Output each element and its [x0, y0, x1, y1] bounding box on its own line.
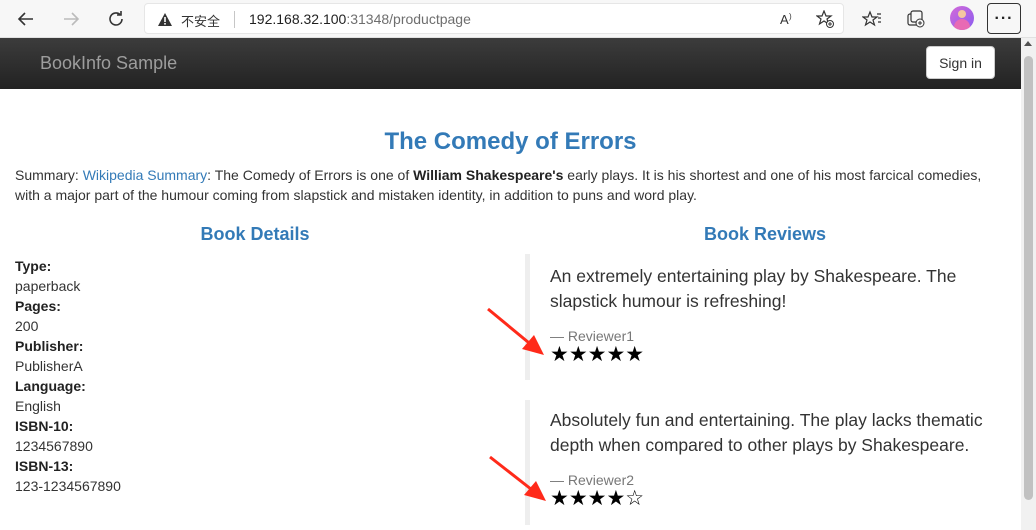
annotation-arrow-icon [489, 455, 546, 501]
isbn13-value: 123-1234567890 [15, 478, 121, 494]
pages-label: Pages: [15, 298, 61, 314]
book-details-heading: Book Details [200, 224, 310, 244]
back-button[interactable] [12, 5, 40, 33]
pages-value: 200 [15, 318, 39, 334]
more-options-button[interactable]: ··· [987, 3, 1021, 34]
warning-icon [157, 12, 173, 32]
svg-text:A: A [780, 12, 789, 27]
forward-arrow-icon [64, 12, 80, 26]
app-navbar: BookInfo Sample Sign in [0, 38, 1021, 89]
book-reviews-heading: Book Reviews [703, 224, 827, 244]
summary-author: William Shakespeare's [413, 167, 564, 183]
svg-text:): ) [789, 12, 792, 21]
avatar-body [954, 19, 970, 30]
summary-prefix: Summary: [15, 167, 83, 183]
reload-icon [109, 11, 123, 26]
security-label[interactable]: 不安全 [181, 11, 220, 30]
review-text: An extremely entertaining play by Shakes… [550, 266, 957, 311]
isbn13-label: ISBN-13: [15, 458, 74, 474]
url-path: :31348/productpage [346, 11, 471, 27]
book-details: Type: paperback Pages: 200 Publisher: Pu… [15, 256, 121, 496]
book-title: The Comedy of Errors [384, 128, 637, 155]
scroll-up-arrow-icon[interactable] [1024, 41, 1032, 46]
url-host: 192.168.32.100 [249, 11, 347, 27]
annotation-arrow-icon [487, 307, 544, 355]
language-value: English [15, 398, 61, 414]
review-text: Absolutely fun and entertaining. The pla… [550, 410, 983, 455]
reviewer-name: — Reviewer2 [550, 472, 635, 488]
rating-stars: ★★★★★ [550, 343, 645, 366]
review-item: Absolutely fun and entertaining. The pla… [525, 400, 1005, 525]
avatar-head [958, 10, 966, 18]
scroll-thumb[interactable] [1024, 56, 1033, 500]
back-arrow-icon [17, 12, 33, 26]
sign-in-button[interactable]: Sign in [926, 46, 995, 79]
wikipedia-summary-link[interactable]: Wikipedia Summary [83, 167, 207, 183]
profile-avatar[interactable] [950, 6, 974, 30]
forward-button[interactable] [57, 5, 85, 33]
type-value: paperback [15, 278, 81, 294]
browser-toolbar: 不安全 192.168.32.100:31348/productpage A) … [0, 0, 1036, 38]
isbn10-value: 1234567890 [15, 438, 93, 454]
address-bar[interactable]: 不安全 192.168.32.100:31348/productpage A) [144, 3, 844, 34]
reload-button[interactable] [102, 5, 130, 33]
summary-mid: : The Comedy of Errors is one of [207, 167, 414, 183]
page-scrollbar[interactable] [1021, 38, 1036, 530]
url-text[interactable]: 192.168.32.100:31348/productpage [249, 11, 471, 27]
collections-icon[interactable] [902, 5, 930, 33]
type-label: Type: [15, 258, 52, 274]
isbn10-label: ISBN-10: [15, 418, 74, 434]
add-favorite-icon[interactable] [815, 9, 835, 29]
publisher-label: Publisher: [15, 338, 84, 354]
reviewer-name: — Reviewer1 [550, 328, 635, 344]
book-summary: Summary: Wikipedia Summary: The Comedy o… [15, 165, 1005, 205]
read-aloud-icon[interactable]: A) [779, 9, 799, 29]
favorites-icon[interactable] [858, 5, 886, 33]
language-label: Language: [15, 378, 86, 394]
publisher-value: PublisherA [15, 358, 83, 374]
address-divider [234, 11, 235, 28]
navbar-brand[interactable]: BookInfo Sample [40, 53, 177, 74]
rating-stars: ★★★★☆ [550, 487, 645, 510]
review-item: An extremely entertaining play by Shakes… [525, 254, 1005, 380]
